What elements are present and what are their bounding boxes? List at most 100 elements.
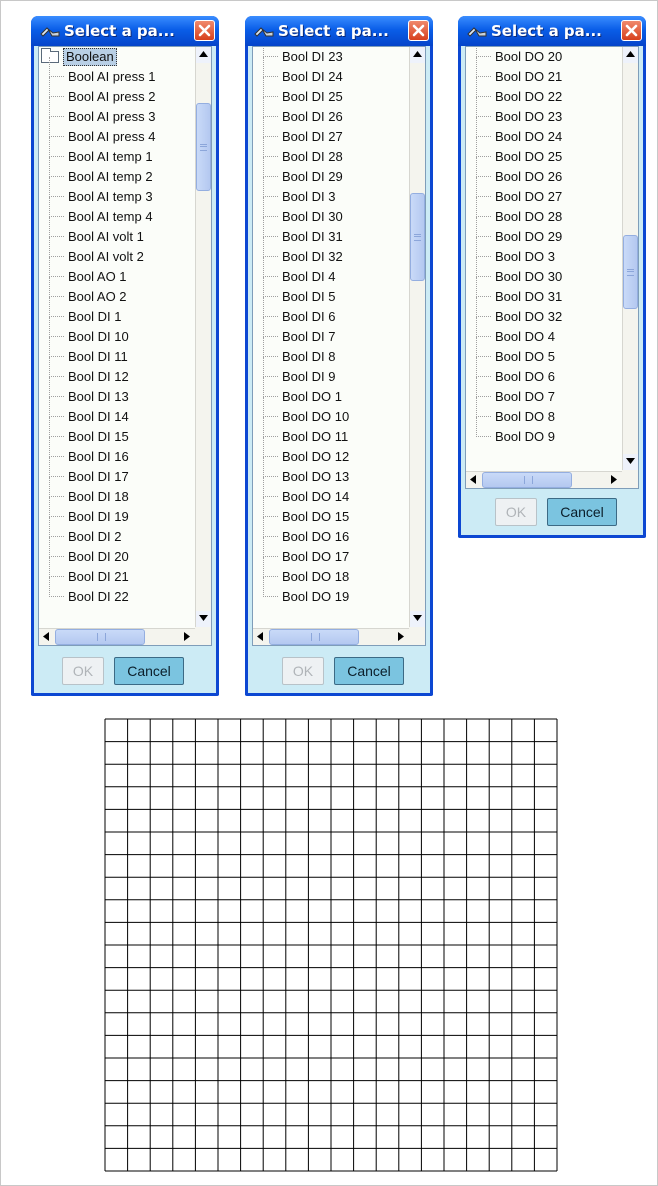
tree-guide-line — [263, 437, 278, 457]
scroll-up-button[interactable] — [196, 47, 211, 63]
scroll-up-button[interactable] — [623, 47, 638, 63]
tree-guide-line — [49, 357, 64, 377]
tree-item-label: Bool DO 19 — [282, 589, 350, 604]
horizontal-scrollbar[interactable] — [39, 628, 195, 645]
scroll-right-button[interactable] — [180, 629, 195, 645]
tree-item-label: Bool DI 7 — [282, 329, 336, 344]
tree-item[interactable]: Bool DI 22 — [39, 577, 195, 607]
close-button[interactable] — [194, 20, 215, 41]
tree-item[interactable]: Bool DO 9 — [466, 417, 622, 447]
tree-item-label: Bool DO 17 — [282, 549, 350, 564]
tree-item-label: Bool DI 1 — [68, 309, 122, 324]
tree-item-label: Bool DI 20 — [68, 549, 129, 564]
tree-guide-line — [263, 277, 278, 297]
horizontal-scroll-thumb[interactable] — [482, 472, 572, 488]
tree-guide-line — [49, 257, 64, 277]
tree-guide-line — [49, 117, 64, 137]
tree-guide-line — [476, 297, 491, 317]
arrow-up-icon — [199, 51, 208, 57]
tree-item-label: Bool DI 14 — [68, 409, 129, 424]
scroll-left-button[interactable] — [253, 629, 268, 645]
dialog-titlebar[interactable]: Select a pa... — [31, 16, 219, 46]
ok-button[interactable]: OK — [62, 657, 104, 685]
scroll-down-button[interactable] — [196, 611, 211, 627]
tree-guide-line — [49, 97, 64, 117]
tree-item-label: Bool DI 26 — [282, 109, 343, 124]
tree-item-label: Bool DI 6 — [282, 309, 336, 324]
horizontal-scroll-thumb[interactable] — [55, 629, 145, 645]
tree-guide-line — [263, 217, 278, 237]
tree-item[interactable]: Bool DO 19 — [253, 577, 409, 607]
vertical-scrollbar[interactable] — [409, 47, 425, 627]
tree-item-label: Bool DI 27 — [282, 129, 343, 144]
tree-item-label: Bool DO 32 — [495, 309, 563, 324]
dialog-titlebar[interactable]: Select a pa... — [458, 16, 646, 46]
ok-button[interactable]: OK — [495, 498, 537, 526]
tree-guide-line — [49, 537, 64, 557]
tree-list[interactable]: Bool DI 23 Bool DI 24 Bool DI 25 Bool DI 26… — [252, 46, 426, 646]
tree-guide-line — [263, 177, 278, 197]
select-dialog-2: Select a pa... Bool DI 23 Bool DI 24 Bool … — [245, 16, 433, 696]
tree-item-label: Bool AI press 4 — [68, 129, 156, 144]
scroll-left-button[interactable] — [39, 629, 54, 645]
scroll-down-button[interactable] — [410, 611, 425, 627]
cancel-button[interactable]: Cancel — [547, 498, 617, 526]
tree-guide-line — [49, 437, 64, 457]
tree-guide-line — [263, 77, 278, 97]
cancel-button[interactable]: Cancel — [114, 657, 184, 685]
tree-item-label: Bool DO 3 — [495, 249, 555, 264]
close-button[interactable] — [408, 20, 429, 41]
tree-item-label: Bool DI 12 — [68, 369, 129, 384]
scroll-left-button[interactable] — [466, 472, 481, 488]
vertical-scroll-thumb[interactable] — [410, 193, 425, 281]
close-button[interactable] — [621, 20, 642, 41]
dialog-titlebar[interactable]: Select a pa... — [245, 16, 433, 46]
tree-items: Bool DO 20 Bool DO 21 Bool DO 22 Bool DO 23… — [466, 47, 622, 488]
tree-guide-line — [263, 47, 278, 57]
tool-icon — [467, 27, 487, 37]
vertical-scrollbar[interactable] — [195, 47, 211, 627]
tree-guide-line — [476, 47, 491, 57]
tree-item-label: Bool DO 31 — [495, 289, 563, 304]
tree-list[interactable]: Boolean Bool AI press 1 Bool AI press 2 Bo… — [38, 46, 212, 646]
tree-item-label: Bool DI 19 — [68, 509, 129, 524]
tree-guide-line — [49, 337, 64, 357]
scroll-right-button[interactable] — [394, 629, 409, 645]
cancel-button[interactable]: Cancel — [334, 657, 404, 685]
tree-guide-line — [49, 517, 64, 537]
tree-item-label: Bool DI 9 — [282, 369, 336, 384]
tree-item-label: Bool DO 10 — [282, 409, 350, 424]
tree-item-label: Bool DI 30 — [282, 209, 343, 224]
scroll-down-button[interactable] — [623, 454, 638, 470]
ok-button[interactable]: OK — [282, 657, 324, 685]
horizontal-scrollbar[interactable] — [466, 471, 622, 488]
scroll-right-button[interactable] — [607, 472, 622, 488]
horizontal-scroll-thumb[interactable] — [269, 629, 359, 645]
horizontal-scrollbar[interactable] — [253, 628, 409, 645]
scroll-up-button[interactable] — [410, 47, 425, 63]
tree-item-label: Bool DO 14 — [282, 489, 350, 504]
tree-guide-line — [263, 157, 278, 177]
tree-guide-line — [49, 397, 64, 417]
scroll-corner — [195, 627, 211, 645]
tree-item-label: Bool DO 8 — [495, 409, 555, 424]
dialog-title: Select a pa... — [278, 22, 389, 40]
tree-item-label: Bool DI 28 — [282, 149, 343, 164]
vertical-scroll-thumb[interactable] — [623, 235, 638, 309]
tree-item-label: Bool AI temp 3 — [68, 189, 153, 204]
tree-item-label: Bool DO 27 — [495, 189, 563, 204]
select-dialog-1: Select a pa... Boolean Bool AI press 1 Bo… — [31, 16, 219, 696]
tree-guide-line — [476, 337, 491, 357]
tree-items: Boolean Bool AI press 1 Bool AI press 2 Bo… — [39, 47, 195, 645]
tree-guide-line — [476, 57, 491, 77]
arrow-left-icon — [43, 632, 49, 641]
vertical-scrollbar[interactable] — [622, 47, 638, 470]
vertical-scroll-thumb[interactable] — [196, 103, 211, 191]
tree-item-label: Bool DI 22 — [68, 589, 129, 604]
arrow-down-icon — [199, 615, 208, 621]
tree-list[interactable]: Bool DO 20 Bool DO 21 Bool DO 22 Bool DO 23… — [465, 46, 639, 489]
tree-guide-line — [49, 577, 64, 597]
tree-guide-line — [263, 557, 278, 577]
tree-guide-line — [476, 157, 491, 177]
arrow-down-icon — [413, 615, 422, 621]
